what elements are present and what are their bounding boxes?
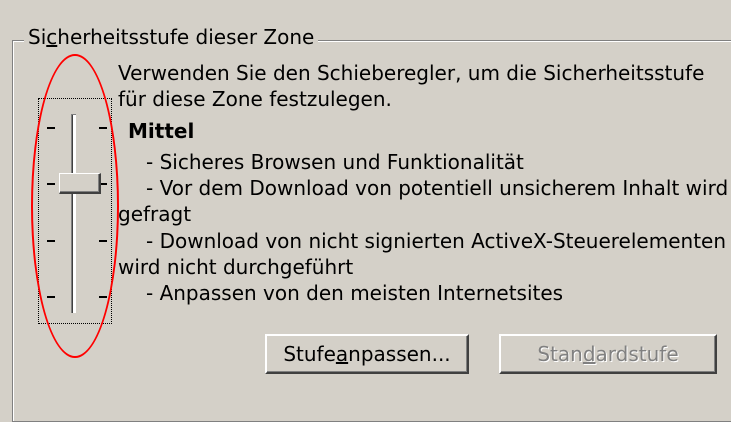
button-accelerator: d bbox=[582, 342, 596, 366]
button-label-part: Stufe bbox=[283, 342, 336, 366]
level-description-line: wird nicht durchgeführt bbox=[118, 255, 354, 279]
red-circle-annotation bbox=[31, 54, 119, 358]
groupbox-title: Sicherheitsstufe dieser Zone bbox=[24, 24, 319, 50]
description-line-2: für diese Zone festzulegen. bbox=[118, 87, 392, 111]
level-name: Mittel bbox=[128, 119, 195, 143]
default-level-button[interactable]: Stan d ardstufe bbox=[499, 334, 717, 374]
button-label-part: npassen... bbox=[348, 342, 451, 366]
level-description-line: - Sicheres Browsen und Funktionalität bbox=[146, 150, 524, 174]
description-line-1: Verwenden Sie den Schieberegler, um die … bbox=[118, 61, 705, 85]
button-label-part: ardstufe bbox=[595, 342, 679, 366]
customize-level-button[interactable]: Stufe a npassen... bbox=[265, 334, 469, 374]
level-description-line: - Download von nicht signierten ActiveX-… bbox=[146, 229, 727, 253]
level-description-line: - Vor dem Download von potentiell unsich… bbox=[146, 176, 729, 200]
title-part: herheitsstufe dieser Zone bbox=[57, 25, 315, 49]
level-description-line: - Anpassen von den meisten Internetsites bbox=[146, 281, 564, 305]
button-label-part: Stan bbox=[537, 342, 583, 366]
level-description-line: gefragt bbox=[118, 202, 192, 226]
title-accelerator: c bbox=[46, 25, 58, 49]
title-part: Si bbox=[28, 25, 47, 49]
button-accelerator: a bbox=[335, 342, 349, 366]
